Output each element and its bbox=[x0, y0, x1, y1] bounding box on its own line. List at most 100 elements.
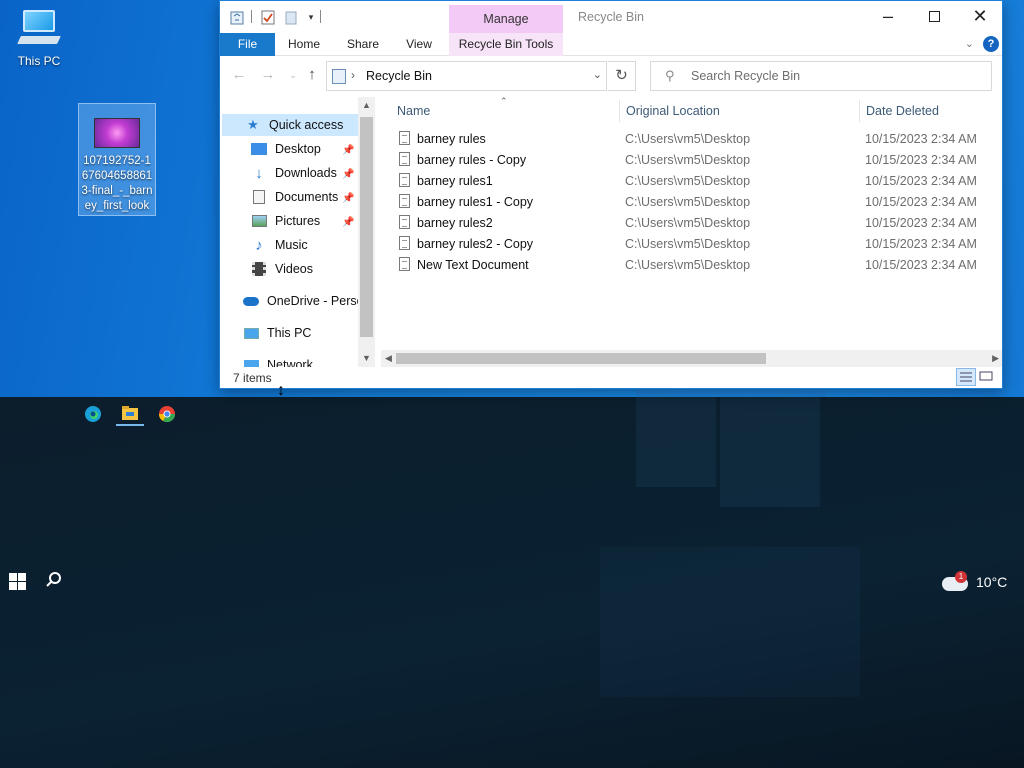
file-row[interactable]: New Text Document C:\Users\vm5\Desktop 1… bbox=[396, 255, 996, 276]
refresh-button[interactable]: ↻ bbox=[608, 61, 636, 91]
scroll-left-icon[interactable]: ◀ bbox=[385, 353, 392, 364]
sidebar-item-desktop[interactable]: Desktop bbox=[250, 138, 321, 160]
download-icon: ↓ bbox=[255, 164, 263, 182]
edge-icon bbox=[85, 405, 101, 422]
file-date-deleted: 10/15/2023 2:34 AM bbox=[865, 174, 977, 188]
scroll-up-icon[interactable]: ▲ bbox=[362, 100, 371, 110]
desktop-icon-image-file[interactable]: 107192752-1676046588613-final_-_barney_f… bbox=[78, 103, 156, 216]
recycle-bin-icon[interactable] bbox=[229, 9, 245, 25]
taskbar-edge[interactable] bbox=[79, 401, 107, 426]
file-row[interactable]: barney rules1 - Copy C:\Users\vm5\Deskto… bbox=[396, 192, 996, 213]
videos-icon bbox=[250, 261, 268, 277]
horizontal-scrollbar[interactable]: ◀ ▶ bbox=[381, 350, 1002, 367]
pin-icon[interactable]: 📌 bbox=[342, 193, 354, 204]
large-icons-view-button[interactable] bbox=[977, 368, 997, 386]
title-bar[interactable]: ▾ Manage Recycle Bin – ✕ bbox=[220, 1, 1002, 33]
sidebar-item-network[interactable]: Network bbox=[242, 354, 313, 367]
column-header-name[interactable]: Name bbox=[397, 104, 430, 118]
sidebar-item-downloads[interactable]: ↓ Downloads bbox=[250, 162, 337, 184]
sidebar-item-onedrive[interactable]: OneDrive - Persor bbox=[242, 290, 368, 312]
nav-pane-scrollbar[interactable]: ▲ ▼ bbox=[358, 97, 375, 367]
sidebar-item-music[interactable]: ♪ Music bbox=[250, 234, 307, 256]
item-count: 7 items bbox=[233, 371, 272, 385]
sidebar-item-pictures[interactable]: Pictures bbox=[250, 210, 320, 232]
chevron-right-icon[interactable]: › bbox=[351, 68, 355, 82]
chevron-down-icon[interactable]: ⌄ bbox=[593, 68, 602, 81]
sidebar-item-label: This PC bbox=[267, 326, 312, 340]
recent-locations-button[interactable]: ⌄ bbox=[284, 66, 302, 84]
tab-view[interactable]: View bbox=[396, 33, 442, 56]
properties-icon[interactable] bbox=[260, 9, 276, 25]
back-button[interactable]: ← bbox=[230, 66, 248, 84]
pin-icon[interactable]: 📌 bbox=[342, 169, 354, 180]
help-icon[interactable]: ? bbox=[983, 36, 999, 52]
tab-recycle-bin-tools[interactable]: Recycle Bin Tools bbox=[449, 33, 563, 56]
start-button[interactable] bbox=[9, 573, 27, 591]
file-row[interactable]: barney rules C:\Users\vm5\Desktop 10/15/… bbox=[396, 129, 996, 150]
sidebar-item-documents[interactable]: Documents bbox=[250, 186, 338, 208]
text-file-icon bbox=[399, 131, 410, 145]
taskbar-chrome[interactable] bbox=[153, 401, 181, 426]
star-icon: ★ bbox=[247, 117, 259, 132]
scrollbar-thumb[interactable] bbox=[360, 117, 373, 337]
address-path[interactable]: Recycle Bin bbox=[366, 69, 432, 83]
up-button[interactable]: ↑ bbox=[303, 66, 321, 84]
file-row[interactable]: barney rules - Copy C:\Users\vm5\Desktop… bbox=[396, 150, 996, 171]
new-folder-icon[interactable] bbox=[283, 9, 299, 25]
sidebar-item-videos[interactable]: Videos bbox=[250, 258, 313, 280]
tab-home[interactable]: Home bbox=[280, 33, 328, 56]
column-divider[interactable] bbox=[859, 100, 860, 122]
maximize-button[interactable] bbox=[911, 1, 957, 31]
file-row[interactable]: barney rules2 - Copy C:\Users\vm5\Deskto… bbox=[396, 234, 996, 255]
file-row[interactable]: barney rules2 C:\Users\vm5\Desktop 10/15… bbox=[396, 213, 996, 234]
scroll-down-icon[interactable]: ▼ bbox=[362, 353, 371, 363]
close-button[interactable]: ✕ bbox=[957, 1, 1003, 31]
scroll-right-icon[interactable]: ▶ bbox=[992, 353, 999, 364]
network-icon bbox=[242, 357, 260, 367]
computer-icon bbox=[17, 8, 61, 48]
sidebar-item-this-pc[interactable]: This PC bbox=[242, 322, 311, 344]
file-original-location: C:\Users\vm5\Desktop bbox=[625, 153, 751, 167]
sidebar-item-label: Downloads bbox=[275, 166, 337, 180]
address-bar[interactable]: › Recycle Bin ⌄ bbox=[326, 61, 607, 91]
column-header-original-location[interactable]: Original Location bbox=[626, 104, 720, 118]
details-view-button[interactable] bbox=[956, 368, 976, 386]
file-row[interactable]: barney rules1 C:\Users\vm5\Desktop 10/15… bbox=[396, 171, 996, 192]
pictures-icon bbox=[250, 213, 268, 229]
search-placeholder[interactable]: Search Recycle Bin bbox=[691, 69, 800, 83]
chrome-icon bbox=[158, 405, 176, 422]
taskbar-file-explorer[interactable] bbox=[116, 401, 144, 426]
pin-icon[interactable]: 📌 bbox=[342, 145, 354, 156]
sidebar-item-label: Desktop bbox=[275, 142, 321, 156]
navigation-pane: ★ Quick access Desktop 📌 ↓ Downloads 📌 D… bbox=[220, 97, 375, 367]
search-icon: ⚲ bbox=[665, 68, 675, 83]
search-icon bbox=[46, 572, 61, 587]
desktop-icon-label: 107192752-1676046588613-final_-_barney_f… bbox=[81, 155, 153, 212]
details-view-icon bbox=[960, 372, 972, 382]
taskbar-search-button[interactable] bbox=[45, 571, 63, 594]
file-name: barney rules1 bbox=[417, 174, 493, 188]
pin-icon[interactable]: 📌 bbox=[342, 217, 354, 228]
customize-toolbar-icon[interactable]: ▾ bbox=[303, 9, 319, 25]
forward-button[interactable]: → bbox=[259, 66, 277, 84]
tab-manage[interactable]: Manage bbox=[449, 5, 563, 33]
expand-ribbon-icon[interactable]: ⌄ bbox=[965, 37, 974, 50]
text-file-icon bbox=[399, 257, 410, 271]
scrollbar-thumb[interactable] bbox=[396, 353, 766, 364]
search-input[interactable]: ⚲ Search Recycle Bin bbox=[650, 61, 992, 91]
tab-share[interactable]: Share bbox=[338, 33, 388, 56]
weather-widget[interactable]: 1 10°C bbox=[942, 571, 1007, 592]
text-file-icon bbox=[399, 152, 410, 166]
sidebar-item-label: Network bbox=[267, 358, 313, 367]
file-name: barney rules2 - Copy bbox=[417, 237, 534, 251]
tab-file[interactable]: File bbox=[220, 33, 275, 56]
desktop-icon-this-pc[interactable]: This PC bbox=[8, 8, 70, 68]
text-file-icon bbox=[399, 173, 410, 187]
minimize-button[interactable]: – bbox=[865, 1, 911, 31]
sidebar-item-label: OneDrive - Persor bbox=[267, 294, 368, 308]
column-header-date-deleted[interactable]: Date Deleted bbox=[866, 104, 939, 118]
column-divider[interactable] bbox=[619, 100, 620, 122]
file-name: barney rules - Copy bbox=[417, 153, 527, 167]
navigation-bar: ← → ⌄ ↑ › Recycle Bin ⌄ ↻ ⚲ Search Recyc… bbox=[220, 56, 1002, 96]
sidebar-item-quick-access[interactable]: ★ Quick access bbox=[222, 114, 359, 136]
